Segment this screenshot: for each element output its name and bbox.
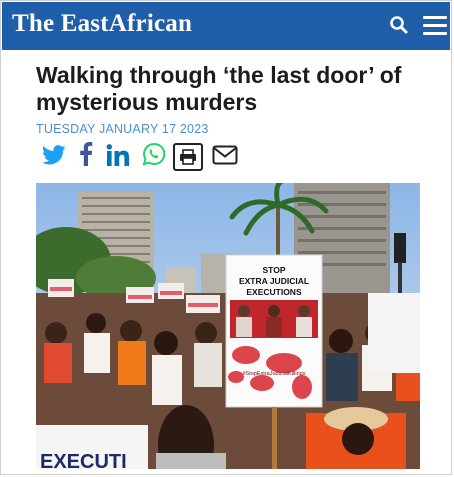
email-icon — [212, 145, 238, 165]
placard-hashtag: #StopExtraJudicialKillings — [243, 371, 306, 377]
article-photo: STOP EXTRA JUDICIAL EXECUTIONS #StopExtr… — [36, 183, 420, 469]
banner-text: EXECUTI — [40, 451, 127, 469]
share-email-button[interactable] — [212, 145, 238, 175]
share-whatsapp-button[interactable] — [142, 142, 166, 172]
share-facebook-button[interactable] — [79, 142, 93, 172]
protest-photo-illustration: STOP EXTRA JUDICIAL EXECUTIONS #StopExtr… — [36, 183, 420, 469]
print-button[interactable] — [173, 143, 203, 171]
share-linkedin-button[interactable] — [106, 144, 130, 174]
twitter-icon — [42, 145, 66, 165]
site-logo[interactable]: The EastAfrican — [12, 10, 192, 38]
placard-line-1: STOP — [263, 265, 286, 275]
whatsapp-icon — [142, 142, 166, 166]
hamburger-menu-icon-bar — [423, 24, 447, 27]
facebook-icon — [80, 142, 93, 166]
print-icon — [180, 149, 196, 165]
hamburger-menu-icon — [423, 16, 447, 19]
placard-line-3: EXECUTIONS — [246, 287, 302, 297]
article-date: TUESDAY JANUARY 17 2023 — [36, 122, 209, 136]
search-icon — [390, 16, 408, 34]
hamburger-menu-icon-bar — [423, 32, 447, 35]
article-title: Walking through ‘the last door’ of myste… — [36, 62, 402, 115]
search-button[interactable] — [388, 14, 410, 36]
placard-line-2: EXTRA JUDICIAL — [239, 276, 309, 286]
linkedin-icon — [106, 144, 129, 166]
site-header: The EastAfrican — [2, 2, 450, 50]
share-twitter-button[interactable] — [42, 144, 66, 174]
menu-button[interactable] — [423, 16, 447, 38]
